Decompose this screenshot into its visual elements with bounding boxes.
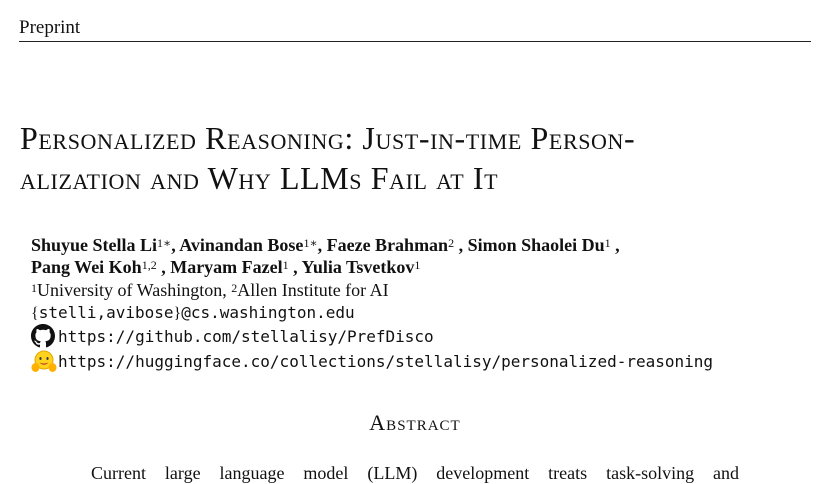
title-line-1: Personalized Reasoning: Just-in-time Per… [20,120,636,156]
affil-marker: 1 [31,281,37,295]
contact-email[interactable]: {stelli,avibose}@cs.washington.edu [31,302,355,325]
github-link-row: https://github.com/stellalisy/PrefDisco [31,324,434,348]
affil-marker: 2 [231,281,238,295]
author-name: Pang Wei Koh [31,257,142,277]
author-separator: , [454,235,468,255]
author-separator: , [317,235,327,255]
email-users: stelli,avibose [38,303,174,322]
author-affil-marker: 1∗ [303,236,318,250]
author-name: Simon Shaolei Du [467,235,605,255]
author-name: Faeze Brahman [326,235,449,255]
github-repo-link[interactable]: https://github.com/stellalisy/PrefDisco [58,327,434,346]
email-domain: @cs.washington.edu [181,303,355,322]
author-name: Shuyue Stella Li [31,235,158,255]
github-icon [31,324,55,348]
author-name: Yulia Tsvetkov [301,257,415,277]
paper-title: Personalized Reasoning: Just-in-time Per… [20,118,815,198]
author-affil-marker: 1,2 [141,258,157,272]
author-affil-marker: 1 [282,258,289,272]
author-list: Shuyue Stella Li1∗, Avinandan Bose1∗, Fa… [31,234,791,278]
author-affil-marker: 1 [604,236,611,250]
affiliation-name: University of Washington [37,280,223,300]
email-brace-open: { [31,305,39,322]
huggingface-collection-link[interactable]: https://huggingface.co/collections/stell… [58,352,713,371]
huggingface-icon [31,349,57,373]
header-label: Preprint [19,17,81,38]
author-line-1: Shuyue Stella Li1∗, Avinandan Bose1∗, Fa… [31,234,791,256]
affiliation-name: Allen Institute for AI [237,280,389,300]
author-line-2: Pang Wei Koh1,2 , Maryam Fazel1 , Yulia … [31,256,791,278]
author-affil-marker: 1∗ [157,236,172,250]
abstract-heading: Abstract [369,410,461,435]
author-affil-marker: 1 [414,258,421,272]
affiliation-separator: , [222,280,232,300]
running-header: Preprint [19,15,811,42]
abstract-first-line: Current large language model (LLM) devel… [91,463,739,483]
huggingface-link-row: https://huggingface.co/collections/stell… [31,349,713,373]
author-separator: , [156,257,171,277]
author-separator: , [288,257,302,277]
author-affil-marker: 2 [448,236,455,250]
title-line-2: alization and Why LLMs Fail at It [20,160,499,196]
author-name: Maryam Fazel [170,257,283,277]
affiliations: 1University of Washington, 2Allen Instit… [31,279,389,301]
author-separator: , [610,235,620,255]
author-name: Avinandan Bose [179,235,304,255]
